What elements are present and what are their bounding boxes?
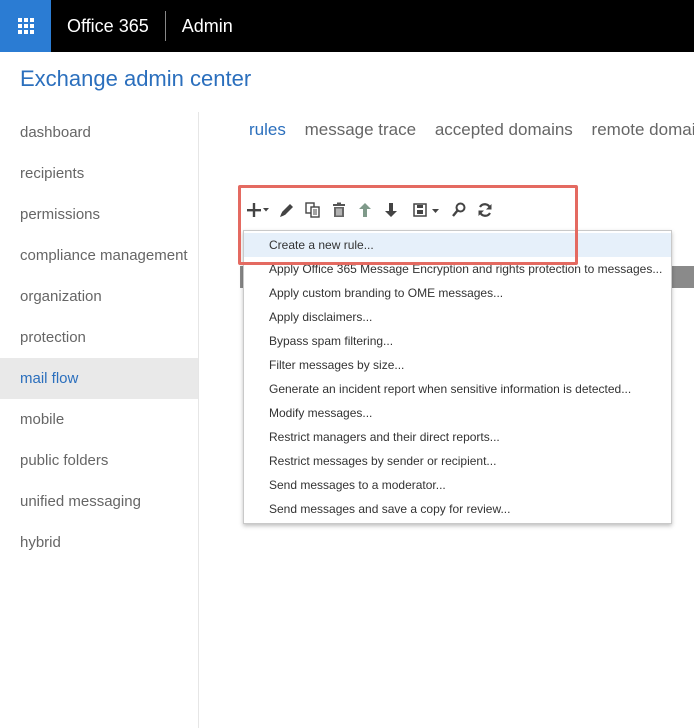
menu-item-restrict-sender-recipient[interactable]: Restrict messages by sender or recipient… (244, 449, 671, 473)
menu-item-apply-disclaimers[interactable]: Apply disclaimers... (244, 305, 671, 329)
new-rule-button[interactable] (246, 201, 270, 219)
top-bar: Office 365 Admin (0, 0, 694, 52)
tab-bar: rules message trace accepted domains rem… (249, 120, 694, 140)
sidebar-item-dashboard[interactable]: dashboard (0, 112, 198, 153)
sidebar-item-protection[interactable]: protection (0, 317, 198, 358)
sidebar-item-mail-flow[interactable]: mail flow (0, 358, 198, 399)
save-icon (413, 203, 439, 217)
search-icon (452, 202, 466, 217)
menu-item-filter-by-size[interactable]: Filter messages by size... (244, 353, 671, 377)
brand-link[interactable]: Office 365 (67, 16, 149, 37)
move-up-button[interactable] (356, 201, 374, 219)
menu-item-incident-report[interactable]: Generate an incident report when sensiti… (244, 377, 671, 401)
tab-accepted-domains[interactable]: accepted domains (435, 120, 573, 140)
tab-message-trace[interactable]: message trace (305, 120, 417, 140)
search-button[interactable] (450, 201, 468, 219)
page-title: Exchange admin center (20, 66, 252, 91)
menu-item-apply-encryption[interactable]: Apply Office 365 Message Encryption and … (244, 257, 671, 281)
save-menu-button[interactable] (412, 201, 442, 219)
sidebar-item-compliance-management[interactable]: compliance management (0, 235, 198, 276)
tab-rules[interactable]: rules (249, 120, 286, 140)
waffle-icon (17, 18, 34, 34)
refresh-button[interactable] (476, 201, 494, 219)
menu-item-modify-messages[interactable]: Modify messages... (244, 401, 671, 425)
sidebar-item-public-folders[interactable]: public folders (0, 440, 198, 481)
move-down-button[interactable] (382, 201, 400, 219)
sidebar-item-mobile[interactable]: mobile (0, 399, 198, 440)
new-rule-dropdown: Create a new rule... Apply Office 365 Me… (243, 230, 672, 524)
arrow-up-icon (359, 203, 371, 217)
menu-item-save-copy-review[interactable]: Send messages and save a copy for review… (244, 497, 671, 521)
app-launcher-button[interactable] (0, 0, 51, 52)
topbar-divider (164, 11, 166, 41)
sidebar-item-unified-messaging[interactable]: unified messaging (0, 481, 198, 522)
pencil-icon (280, 204, 293, 217)
arrow-down-icon (385, 203, 397, 217)
refresh-icon (478, 203, 492, 217)
copy-button[interactable] (304, 201, 322, 219)
sidebar-item-hybrid[interactable]: hybrid (0, 522, 198, 563)
admin-link[interactable]: Admin (182, 16, 233, 37)
plus-icon (247, 203, 269, 217)
menu-item-restrict-managers[interactable]: Restrict managers and their direct repor… (244, 425, 671, 449)
menu-item-apply-ome-branding[interactable]: Apply custom branding to OME messages... (244, 281, 671, 305)
menu-item-bypass-spam[interactable]: Bypass spam filtering... (244, 329, 671, 353)
menu-item-create-new-rule[interactable]: Create a new rule... (244, 233, 671, 257)
sidebar-nav: dashboard recipients permissions complia… (0, 112, 199, 728)
tab-remote-domains[interactable]: remote domains (592, 120, 694, 140)
edit-button[interactable] (278, 201, 296, 219)
sidebar-item-recipients[interactable]: recipients (0, 153, 198, 194)
copy-icon (305, 202, 320, 218)
sidebar-item-permissions[interactable]: permissions (0, 194, 198, 235)
trash-icon (333, 202, 345, 217)
rules-toolbar (246, 198, 502, 222)
sidebar-item-organization[interactable]: organization (0, 276, 198, 317)
delete-button[interactable] (330, 201, 348, 219)
menu-item-send-to-moderator[interactable]: Send messages to a moderator... (244, 473, 671, 497)
